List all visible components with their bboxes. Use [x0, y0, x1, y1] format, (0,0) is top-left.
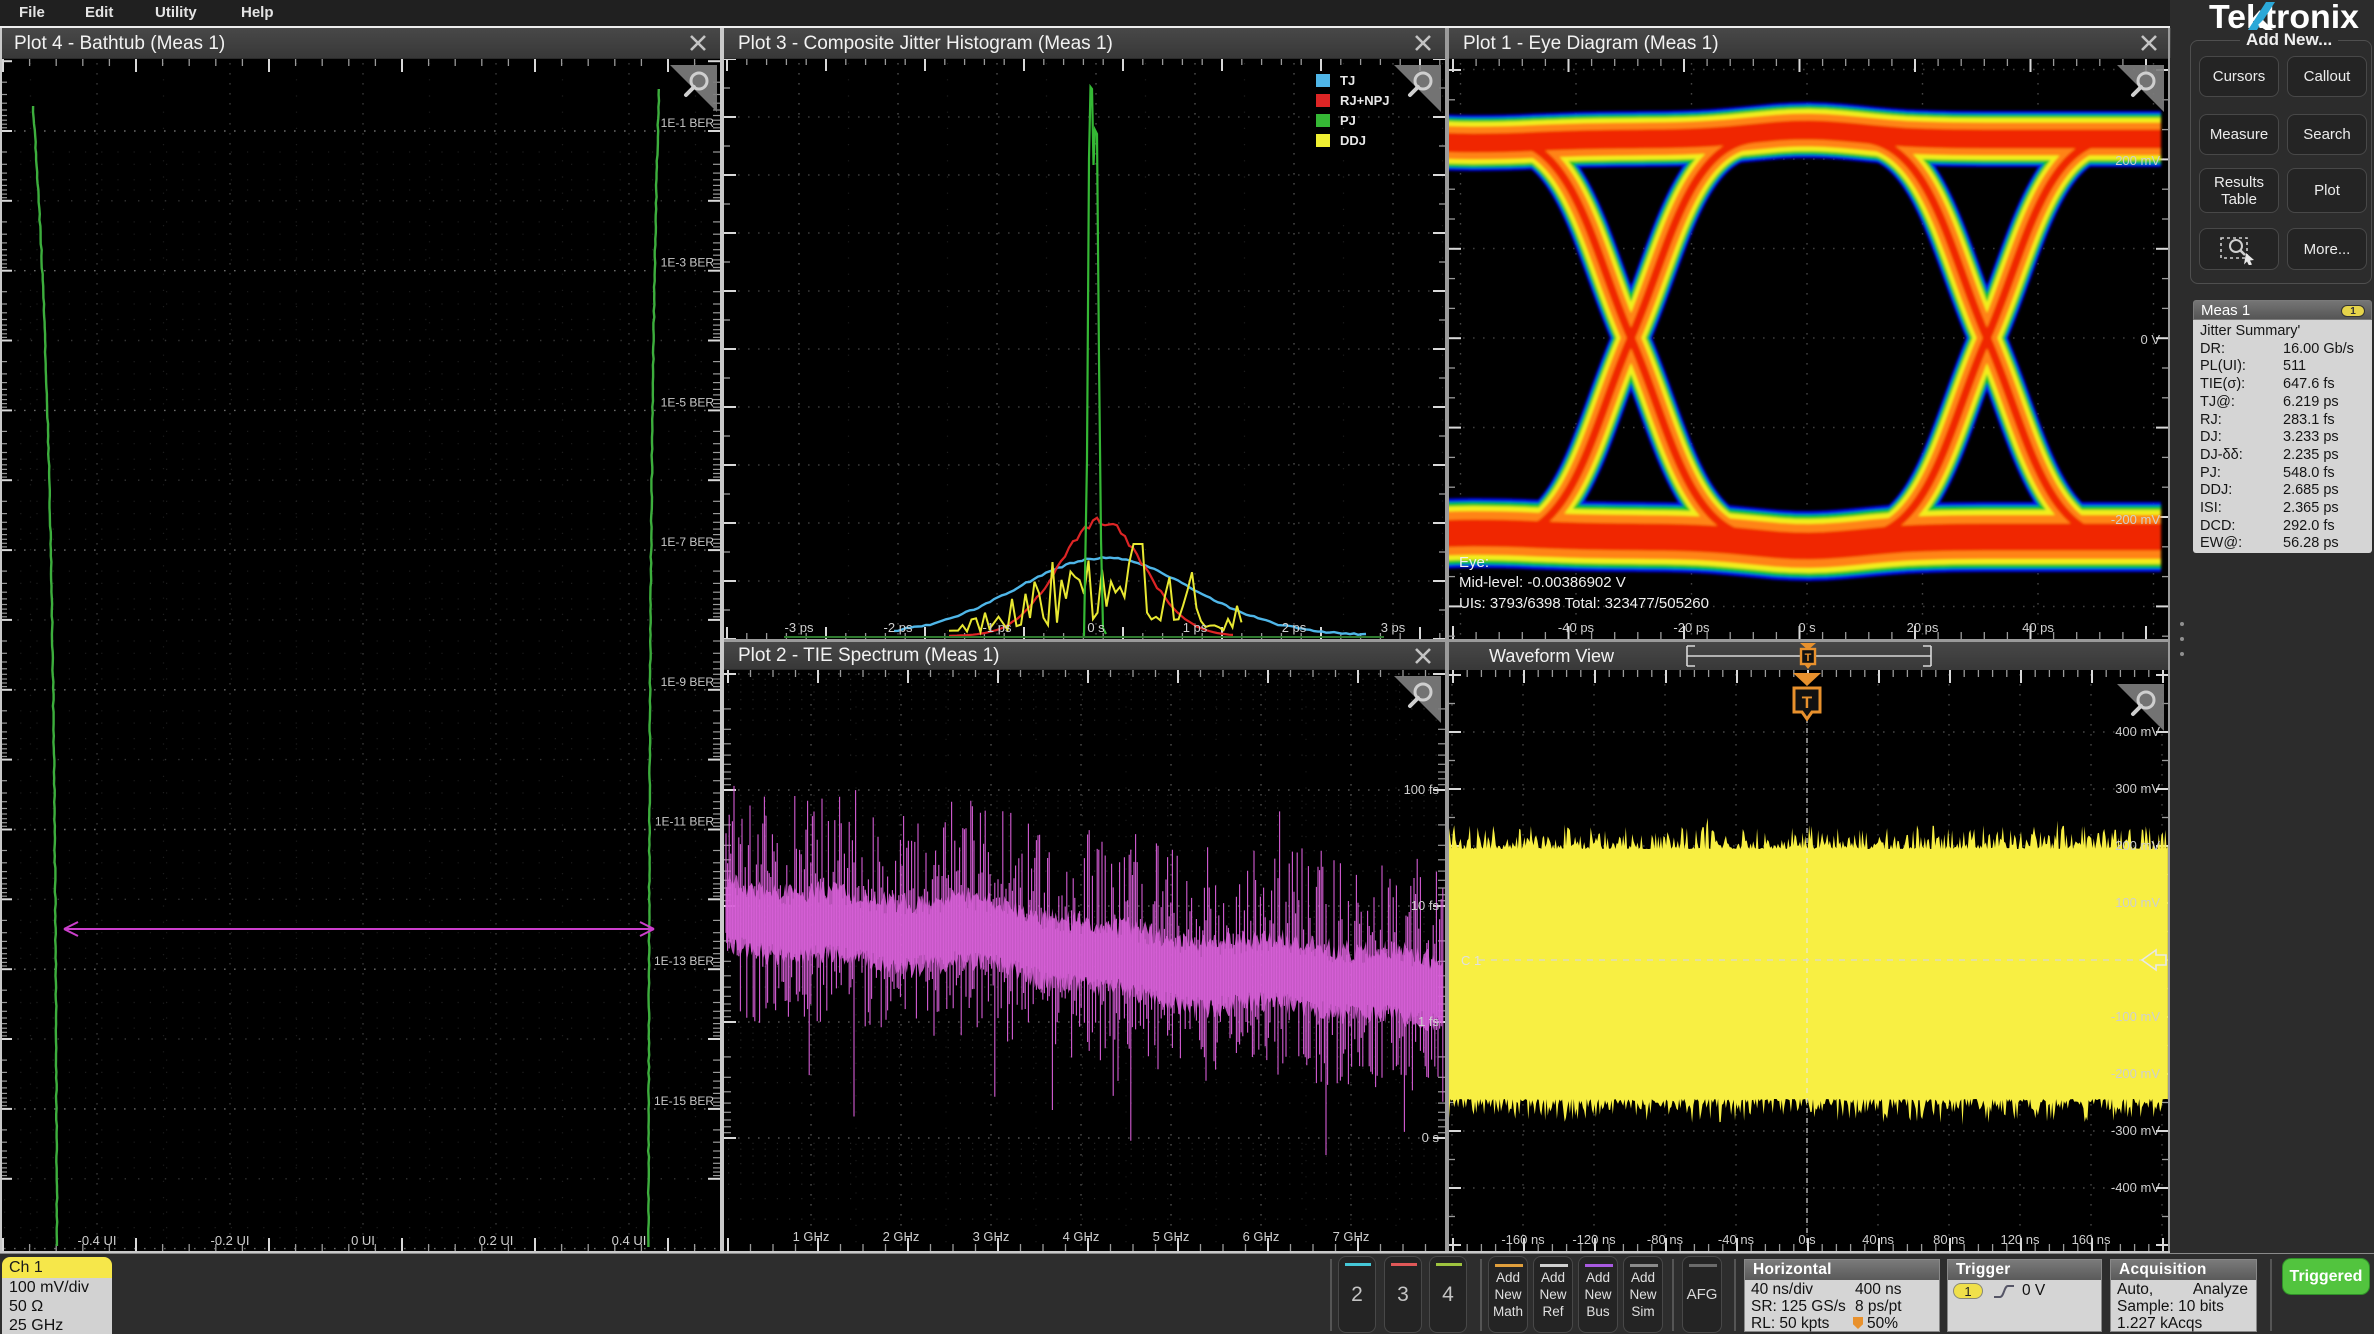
- svg-text:T: T: [1802, 693, 1813, 712]
- svg-text:10 fs: 10 fs: [1411, 898, 1440, 913]
- svg-text:40 ps: 40 ps: [2022, 620, 2054, 635]
- svg-text:2 ps: 2 ps: [1282, 620, 1307, 635]
- svg-text:20 ps: 20 ps: [1907, 620, 1939, 635]
- svg-text:1E-13 BER: 1E-13 BER: [654, 954, 714, 968]
- svg-text:-40 ps: -40 ps: [1558, 620, 1595, 635]
- svg-text:2 GHz: 2 GHz: [883, 1229, 920, 1244]
- svg-text:200 mV: 200 mV: [2115, 838, 2160, 853]
- svg-text:-160 ns: -160 ns: [1501, 1232, 1545, 1247]
- svg-text:1E-1 BER: 1E-1 BER: [661, 116, 715, 130]
- svg-text:3 ps: 3 ps: [1381, 620, 1406, 635]
- svg-text:-0.2 UI: -0.2 UI: [210, 1233, 249, 1248]
- svg-text:1E-3 BER: 1E-3 BER: [661, 256, 715, 270]
- svg-text:1 ps: 1 ps: [1183, 620, 1208, 635]
- svg-text:-300 mV: -300 mV: [2111, 1123, 2160, 1138]
- svg-text:1 fs: 1 fs: [1418, 1014, 1439, 1029]
- svg-text:1E-15 BER: 1E-15 BER: [654, 1094, 714, 1108]
- svg-text:0.2 UI: 0.2 UI: [479, 1233, 514, 1248]
- svg-text:C 1: C 1: [1461, 953, 1481, 968]
- svg-text:RJ+NPJ: RJ+NPJ: [1340, 93, 1390, 108]
- svg-text:UIs: 3793/6398 Total: 3234: UIs: 3793/6398 Total: 323477/505260: [1459, 595, 1709, 612]
- svg-text:Eye:: Eye:: [1459, 554, 1489, 571]
- svg-text:Tektronix: Tektronix: [2209, 0, 2360, 34]
- svg-text:-120 ns: -120 ns: [1572, 1232, 1616, 1247]
- svg-text:-3 ps: -3 ps: [785, 620, 814, 635]
- svg-text:80 ns: 80 ns: [1933, 1232, 1965, 1247]
- svg-text:0 UI: 0 UI: [351, 1233, 375, 1248]
- svg-text:100 mV: 100 mV: [2115, 895, 2160, 910]
- svg-text:PJ: PJ: [1340, 113, 1356, 128]
- svg-text:-0.4 UI: -0.4 UI: [77, 1233, 116, 1248]
- svg-text:1E-7 BER: 1E-7 BER: [661, 535, 715, 549]
- svg-text:7 GHz: 7 GHz: [1333, 1229, 1370, 1244]
- svg-text:40 ns: 40 ns: [1862, 1232, 1894, 1247]
- svg-text:300 mV: 300 mV: [2115, 781, 2160, 796]
- svg-text:TJ: TJ: [1340, 73, 1355, 88]
- svg-text:1E-5 BER: 1E-5 BER: [661, 395, 715, 409]
- svg-text:0 s: 0 s: [1087, 620, 1105, 635]
- svg-text:-100 mV: -100 mV: [2111, 1009, 2160, 1024]
- svg-text:T: T: [1805, 652, 1812, 664]
- svg-text:-2 ps: -2 ps: [884, 620, 913, 635]
- svg-text:0.4 UI: 0.4 UI: [612, 1233, 647, 1248]
- svg-text:6 GHz: 6 GHz: [1243, 1229, 1280, 1244]
- svg-text:0 s: 0 s: [1422, 1130, 1440, 1145]
- svg-text:5 GHz: 5 GHz: [1153, 1229, 1190, 1244]
- svg-text:100 fs: 100 fs: [1404, 782, 1440, 797]
- svg-text:3 GHz: 3 GHz: [973, 1229, 1010, 1244]
- svg-text:0 s: 0 s: [1798, 620, 1816, 635]
- svg-text:-400 mV: -400 mV: [2111, 1180, 2160, 1195]
- svg-text:1E-11 BER: 1E-11 BER: [655, 815, 714, 829]
- svg-text:-20 ps: -20 ps: [1673, 620, 1710, 635]
- svg-text:120 ns: 120 ns: [2000, 1232, 2040, 1247]
- svg-text:1 GHz: 1 GHz: [793, 1229, 830, 1244]
- svg-text:1E-9 BER: 1E-9 BER: [661, 675, 715, 689]
- svg-text:0 V: 0 V: [2140, 332, 2160, 347]
- svg-text:160 ns: 160 ns: [2071, 1232, 2111, 1247]
- svg-text:0 s: 0 s: [1798, 1232, 1816, 1247]
- svg-text:4 GHz: 4 GHz: [1063, 1229, 1100, 1244]
- svg-text:200 mV: 200 mV: [2115, 153, 2160, 168]
- svg-text:400 mV: 400 mV: [2115, 724, 2160, 739]
- svg-text:-200 mV: -200 mV: [2111, 512, 2160, 527]
- svg-text:DDJ: DDJ: [1340, 133, 1366, 148]
- svg-text:-40 ns: -40 ns: [1718, 1232, 1755, 1247]
- svg-text:-200 mV: -200 mV: [2111, 1066, 2160, 1081]
- svg-text:Mid-level: -0.00386902 V: Mid-level: -0.00386902 V: [1459, 574, 1626, 591]
- svg-text:-80 ns: -80 ns: [1647, 1232, 1684, 1247]
- svg-text:-1 ps: -1 ps: [983, 620, 1012, 635]
